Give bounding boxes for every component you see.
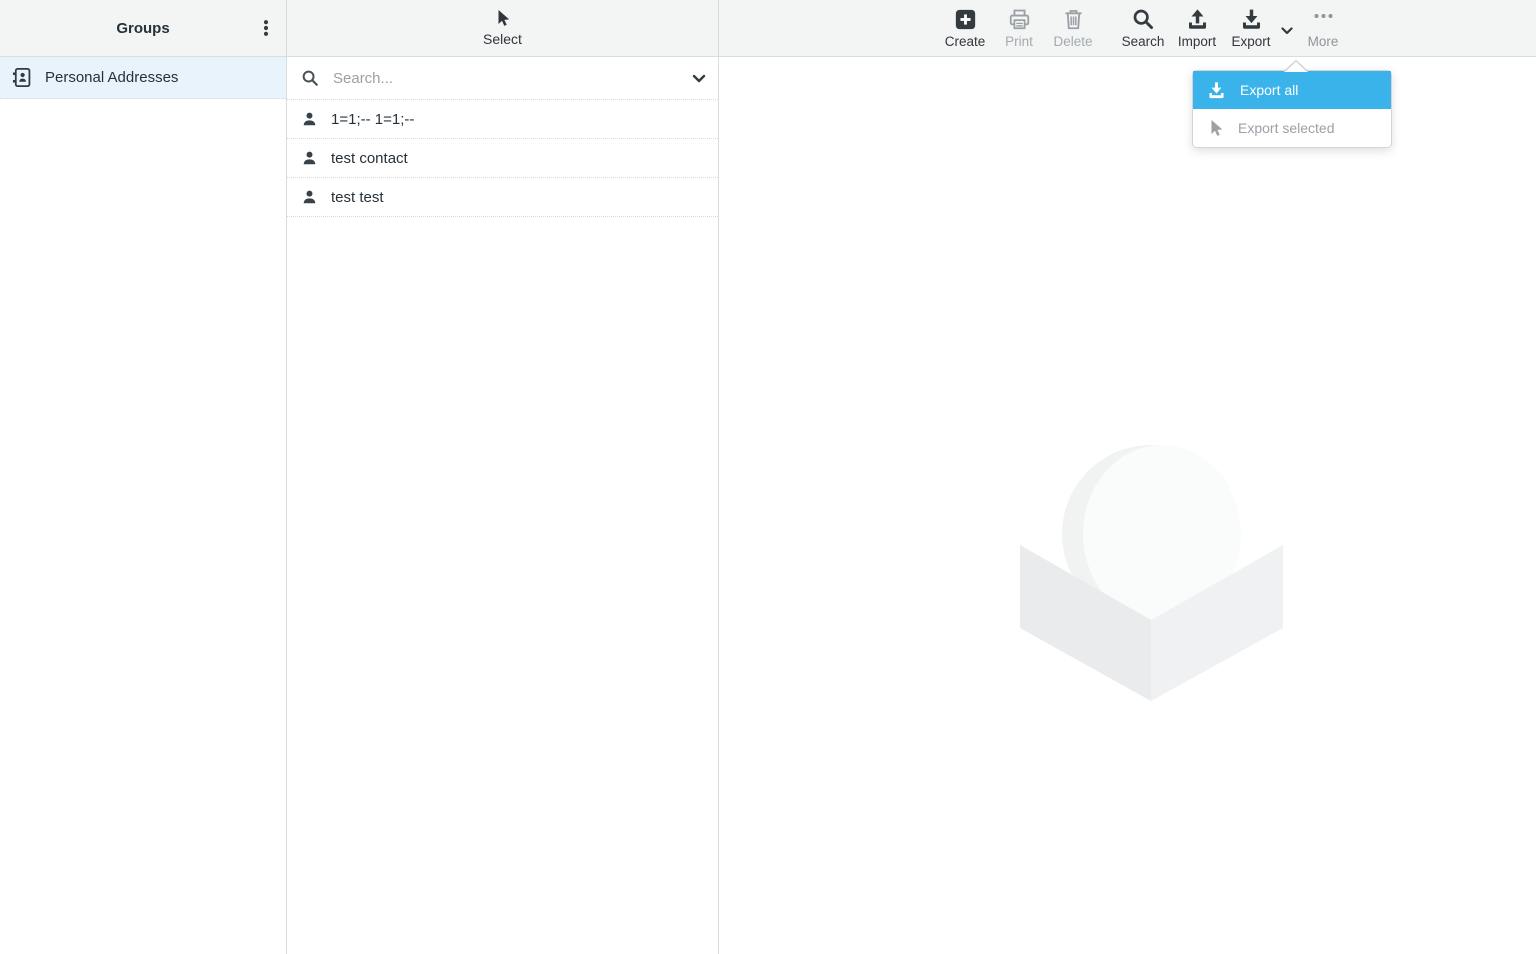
contact-search-bar: [287, 57, 718, 100]
printer-icon: [1008, 8, 1031, 31]
contact-name: test contact: [331, 150, 408, 167]
trash-icon: [1062, 8, 1085, 31]
person-icon: [301, 150, 318, 167]
search-button[interactable]: Search: [1116, 3, 1170, 55]
select-label: Select: [483, 31, 522, 47]
pointer-icon: [494, 9, 511, 28]
export-button[interactable]: Export: [1224, 3, 1278, 55]
contacts-header: Select: [287, 0, 718, 57]
contact-row[interactable]: test test: [287, 178, 718, 217]
toolbar: Create Print: [938, 0, 1350, 57]
sidebar-item-label: Personal Addresses: [45, 69, 178, 86]
contact-list: 1=1;-- 1=1;-- test contact: [287, 100, 718, 217]
contacts-panel: Select: [287, 0, 719, 954]
print-button[interactable]: Print: [992, 3, 1046, 55]
groups-options-button[interactable]: [252, 14, 280, 42]
kebab-vertical-icon: [256, 18, 276, 38]
content-area: Create Print: [719, 0, 1536, 954]
menu-item-export-all[interactable]: Export all: [1193, 71, 1391, 109]
content-header: Create Print: [719, 0, 1536, 57]
dropdown-caret-icon: [1283, 59, 1309, 72]
menu-item-label: Export all: [1240, 82, 1298, 98]
watermark-logo: [1020, 443, 1283, 701]
export-dropdown-menu: Export all Export selected: [1192, 70, 1392, 148]
select-button[interactable]: Select: [287, 0, 718, 56]
groups-header: Groups: [0, 0, 286, 57]
contact-name: test test: [331, 189, 384, 206]
contact-row[interactable]: 1=1;-- 1=1;--: [287, 100, 718, 139]
address-book-app: Groups: [0, 0, 1536, 954]
delete-button[interactable]: Delete: [1046, 3, 1100, 55]
import-button[interactable]: Import: [1170, 3, 1224, 55]
search-icon: [1132, 8, 1155, 31]
upload-icon: [1186, 8, 1209, 31]
download-icon: [1240, 8, 1263, 31]
person-icon: [301, 189, 318, 206]
person-icon: [301, 111, 318, 128]
sidebar-item-personal-addresses[interactable]: Personal Addresses: [0, 57, 286, 99]
export-dropdown-toggle[interactable]: [1278, 3, 1296, 55]
chevron-down-icon: [692, 74, 706, 83]
contact-row[interactable]: test contact: [287, 139, 718, 178]
download-icon: [1207, 81, 1226, 100]
create-button[interactable]: Create: [938, 3, 992, 55]
pointer-icon: [1207, 119, 1224, 138]
plus-square-icon: [954, 8, 977, 31]
more-button[interactable]: More: [1296, 3, 1350, 55]
ellipsis-icon: [1312, 8, 1335, 31]
address-book-icon: [12, 67, 33, 88]
search-icon: [301, 69, 320, 88]
contact-name: 1=1;-- 1=1;--: [331, 111, 414, 128]
search-options-toggle[interactable]: [692, 57, 706, 99]
menu-item-label: Export selected: [1238, 120, 1335, 136]
groups-title: Groups: [0, 20, 286, 37]
chevron-down-icon: [1281, 27, 1293, 35]
groups-sidebar: Groups: [0, 0, 287, 954]
contact-search-input[interactable]: [333, 70, 704, 87]
menu-item-export-selected[interactable]: Export selected: [1193, 109, 1391, 147]
